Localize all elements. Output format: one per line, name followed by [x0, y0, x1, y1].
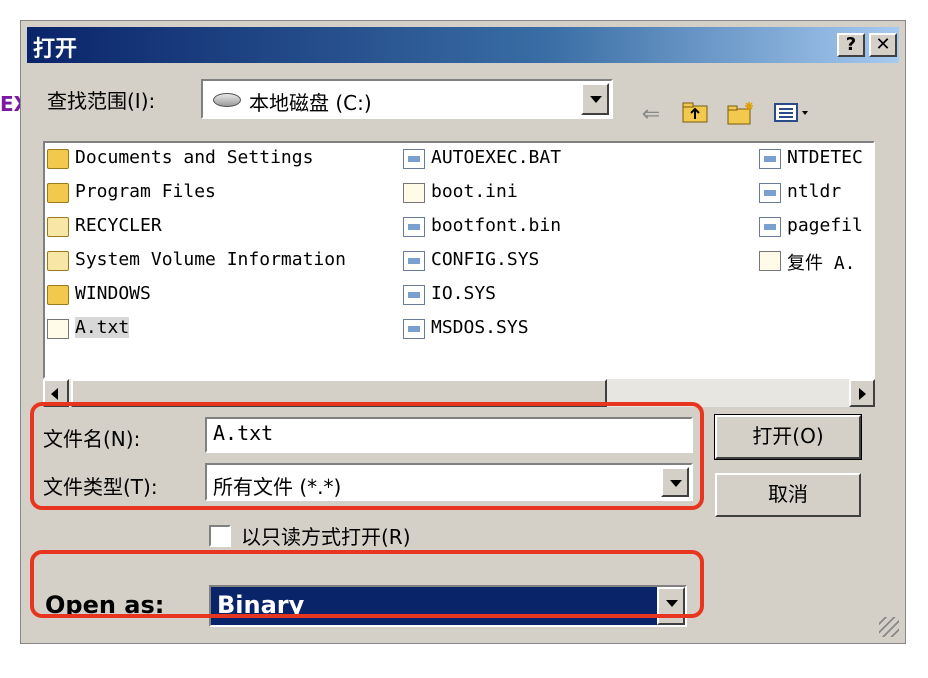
config-file-icon	[403, 183, 425, 203]
text-file-icon	[47, 319, 69, 339]
resize-grip-icon[interactable]	[879, 617, 899, 637]
system-folder-icon	[47, 217, 69, 237]
system-file-icon	[403, 217, 425, 237]
highlight-filename-filetype	[30, 402, 704, 510]
text-file-icon	[759, 251, 781, 271]
up-folder-icon[interactable]	[681, 101, 709, 129]
look-in-label: 查找范围(I):	[47, 89, 156, 113]
help-button[interactable]: ?	[837, 33, 865, 57]
system-file-icon	[403, 285, 425, 305]
folder-icon	[47, 149, 69, 169]
title-bar[interactable]: 打开 ? ✕	[27, 27, 899, 63]
view-menu-icon[interactable]	[771, 101, 815, 129]
highlight-open-as	[30, 550, 704, 618]
system-folder-icon	[47, 251, 69, 271]
chevron-down-icon[interactable]	[581, 83, 609, 115]
dialog-title: 打开	[33, 37, 78, 62]
system-file-icon	[403, 319, 425, 339]
readonly-label: 以只读方式打开(R)	[241, 525, 411, 549]
close-button[interactable]: ✕	[869, 33, 897, 57]
batch-file-icon	[403, 149, 425, 169]
back-arrow-icon[interactable]: ⇐	[637, 101, 665, 129]
open-button[interactable]: 打开(O)	[714, 414, 862, 460]
hard-drive-icon	[213, 93, 241, 107]
look-in-value: 本地磁盘 (C:)	[249, 91, 372, 115]
readonly-checkbox[interactable]	[209, 525, 231, 547]
system-file-icon	[759, 183, 781, 203]
system-file-icon	[403, 251, 425, 271]
system-file-icon	[759, 217, 781, 237]
system-file-icon	[759, 149, 781, 169]
folder-icon	[47, 183, 69, 203]
folder-icon	[47, 285, 69, 305]
scroll-right-icon[interactable]	[849, 379, 875, 407]
new-folder-icon[interactable]	[727, 101, 755, 129]
cancel-button[interactable]: 取消	[715, 473, 861, 517]
look-in-dropdown[interactable]: 本地磁盘 (C:)	[201, 79, 613, 119]
file-list[interactable]: Documents and Settings Program Files REC…	[43, 141, 875, 379]
